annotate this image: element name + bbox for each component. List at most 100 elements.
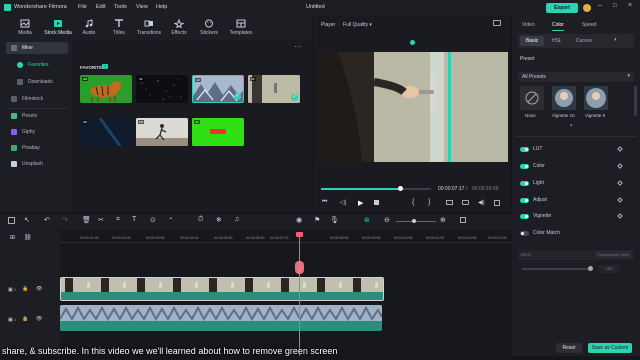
play-icon[interactable]: ▶: [358, 199, 363, 207]
sidebar-item-pixabay[interactable]: Pixabay: [6, 142, 68, 154]
zoom-in-icon[interactable]: ⊕: [440, 216, 446, 224]
prop-vignette[interactable]: Vignette: [518, 211, 630, 222]
sidebar-item-giphy[interactable]: Giphy: [6, 126, 68, 138]
minimize-icon[interactable]: –: [598, 2, 602, 9]
audio-detach-icon[interactable]: ♫: [234, 216, 239, 223]
tool-media[interactable]: Media: [10, 19, 40, 39]
sidebar-item-mine[interactable]: Mine: [6, 42, 68, 54]
sidebar-item-unsplash[interactable]: Unsplash: [6, 158, 68, 170]
menu-view[interactable]: View: [136, 4, 148, 10]
preset-none[interactable]: [520, 86, 544, 110]
fullscreen-icon[interactable]: [494, 200, 500, 206]
redo-icon[interactable]: ↷: [62, 216, 68, 224]
tool-stock-media[interactable]: Stock Media: [42, 19, 74, 39]
render-icon[interactable]: ◉: [296, 216, 302, 224]
comparison-view-button[interactable]: Comparison View: [594, 251, 632, 258]
media-thumb-dark[interactable]: HD: [80, 118, 132, 146]
lut-toggle[interactable]: [520, 147, 529, 152]
tab-color[interactable]: Color: [552, 22, 564, 31]
menu-help[interactable]: Help: [156, 4, 167, 10]
sidebar-item-filmstock[interactable]: Filmstock: [6, 93, 68, 105]
more-options-icon[interactable]: ···: [294, 42, 302, 51]
tool-transitions[interactable]: Transitions: [134, 19, 164, 39]
split-icon[interactable]: ✂: [98, 216, 104, 224]
track-eye-icon[interactable]: 👁: [36, 316, 42, 322]
export-button[interactable]: Export: [546, 3, 578, 13]
tool-templates[interactable]: Templates: [226, 19, 256, 39]
track-lock-icon[interactable]: 🔒: [22, 286, 28, 292]
undo-icon[interactable]: ↶: [44, 216, 50, 224]
menu-tools[interactable]: Tools: [114, 4, 127, 10]
keyframe-icon[interactable]: [617, 146, 623, 152]
volume-icon[interactable]: ◀): [478, 199, 485, 206]
panel-scrollbar[interactable]: [634, 86, 637, 116]
preset-vignette-10[interactable]: [552, 86, 576, 110]
stop-icon[interactable]: [374, 200, 379, 205]
slider-value-field[interactable]: 100: [598, 265, 620, 273]
media-thumb-snow[interactable]: HD ✓: [192, 75, 244, 103]
media-thumb-particles[interactable]: 4K: [136, 75, 188, 103]
menu-file[interactable]: File: [78, 4, 87, 10]
link-icon[interactable]: ⛓: [24, 234, 32, 241]
maximize-icon[interactable]: □: [613, 3, 617, 9]
zoom-clip-icon[interactable]: ⊙: [150, 216, 156, 224]
freeze-icon[interactable]: ❄: [216, 216, 222, 224]
subtab-curves[interactable]: Curves: [576, 38, 592, 44]
prop-light[interactable]: Light: [518, 178, 630, 189]
snapshot-icon[interactable]: [493, 20, 501, 26]
color-match-toggle[interactable]: [520, 231, 529, 236]
text-icon[interactable]: T: [132, 216, 136, 223]
value-slider-knob[interactable]: [588, 266, 593, 271]
keyframe-icon[interactable]: [617, 180, 623, 186]
select-tool-icon[interactable]: ↖: [24, 216, 30, 224]
prev-frame-icon[interactable]: ⏮: [322, 199, 327, 206]
tool-audio[interactable]: Audio: [74, 19, 104, 39]
subtab-basic[interactable]: Basic: [520, 36, 545, 46]
timeline-clip-door[interactable]: [60, 277, 384, 301]
prop-adjust[interactable]: Adjust: [518, 195, 630, 206]
quality-dropdown[interactable]: Full Quality ▾: [343, 22, 372, 28]
save-as-custom-button[interactable]: Save as Custom: [588, 343, 632, 353]
ai-icon[interactable]: ⊛: [364, 216, 370, 224]
tab-speed[interactable]: Speed: [582, 22, 596, 28]
tool-titles[interactable]: Titles: [104, 19, 134, 39]
adjust-toggle[interactable]: [520, 198, 529, 203]
tab-video[interactable]: Video: [522, 22, 535, 28]
media-thumb-door[interactable]: 4K ✓: [248, 75, 300, 103]
split-marker[interactable]: [295, 261, 304, 274]
zoom-out-icon[interactable]: ⊖: [384, 216, 390, 224]
tool-stickers[interactable]: Stickers: [194, 19, 224, 39]
track-eye-icon[interactable]: 👁: [36, 286, 42, 292]
preset-vignette-9[interactable]: [584, 86, 608, 110]
sidebar-item-favorites[interactable]: Favorites: [6, 59, 68, 71]
delete-icon[interactable]: 🗑: [82, 216, 91, 224]
marker-icon[interactable]: ⚑: [314, 216, 320, 224]
prop-color-match[interactable]: Color Match: [518, 228, 630, 239]
mark-out-icon[interactable]: }: [428, 199, 430, 206]
prop-color[interactable]: Color: [518, 161, 630, 172]
keyframe-icon[interactable]: [617, 213, 623, 219]
selection-handle[interactable]: [410, 40, 415, 45]
grid-view-icon[interactable]: [460, 217, 466, 223]
user-avatar[interactable]: [583, 4, 591, 12]
vignette-toggle[interactable]: [520, 214, 529, 219]
compare-icon[interactable]: ◐: [614, 37, 618, 43]
playhead[interactable]: [299, 234, 300, 356]
keyframe-icon[interactable]: [617, 197, 623, 203]
mark-in-icon[interactable]: {: [412, 199, 414, 206]
sidebar-item-downloads[interactable]: Downloads: [6, 76, 68, 88]
playback-scrubber[interactable]: [321, 186, 431, 191]
tool-effects[interactable]: Effects: [164, 19, 194, 39]
screen-icon[interactable]: [446, 200, 453, 205]
keyframe-icon[interactable]: [617, 163, 623, 169]
layout-icon[interactable]: [8, 217, 15, 224]
add-track-icon[interactable]: ⊞: [10, 234, 15, 241]
prop-lut[interactable]: LUT: [518, 144, 630, 155]
camera-icon[interactable]: [462, 200, 469, 205]
playhead-handle[interactable]: [296, 232, 303, 237]
mic-icon[interactable]: 🎙: [330, 216, 339, 224]
step-back-icon[interactable]: ◁|: [340, 199, 346, 206]
timeline-clip-snow[interactable]: [60, 305, 382, 331]
preset-expand-icon[interactable]: ▴: [570, 122, 573, 128]
preset-filter-dropdown[interactable]: All Presets ▾: [518, 72, 634, 82]
